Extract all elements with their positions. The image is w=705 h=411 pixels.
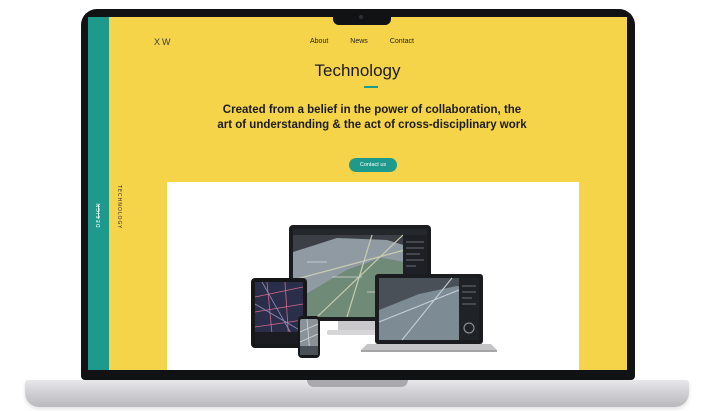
multi-device-mockup-icon [251,225,497,358]
nav-link-news[interactable]: News [350,38,368,45]
rail-divider [98,205,99,219]
vertical-tab-label: TECHNOLOGY [116,184,122,230]
page-title: Technology [314,61,401,80]
laptop-device-icon [361,274,497,352]
main-nav: About News Contact [310,38,414,45]
hero-headline: Created from a belief in the power of co… [217,104,527,131]
website-screen: DESIGN TECHNOLOGY XW About News Contact … [88,17,627,370]
nav-link-about[interactable]: About [310,38,328,45]
nav-link-contact[interactable]: Contact [390,38,414,45]
laptop-mockup: DESIGN TECHNOLOGY XW About News Contact … [0,0,705,411]
laptop-base-notch [307,380,408,387]
vertical-tab-technology[interactable]: TECHNOLOGY [111,177,127,237]
title-underline [364,86,378,88]
camera-icon [359,15,363,19]
site-logo[interactable]: XW [154,37,173,47]
phone-device-icon [298,316,320,358]
hero-image-panel [167,182,579,370]
contact-us-button[interactable]: Contact us [349,158,397,172]
